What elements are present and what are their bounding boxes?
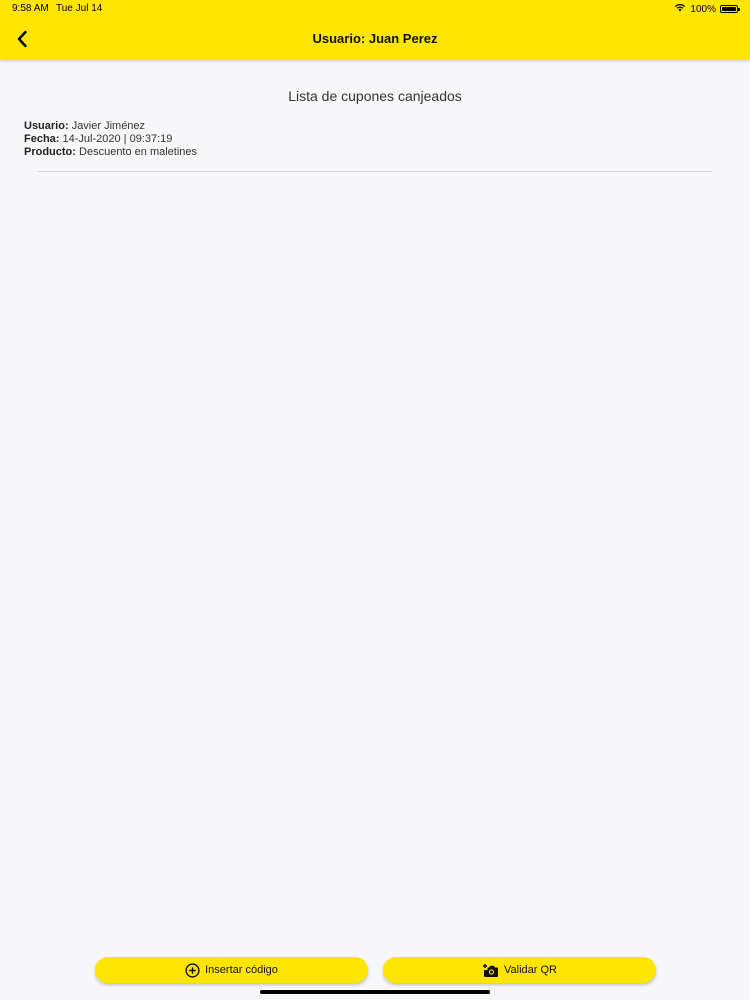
coupon-date-label: Fecha:: [24, 133, 60, 145]
wifi-icon: [674, 3, 686, 15]
status-indicators: 100%: [674, 3, 740, 15]
insert-code-label: Insertar código: [205, 964, 278, 976]
coupon-user-label: Usuario:: [24, 120, 69, 132]
coupon-product-row: Producto: Descuento en maletines: [24, 146, 197, 159]
coupon-list-item: Usuario: Javier Jiménez Fecha: 14-Jul-20…: [24, 120, 197, 159]
coupon-product-label: Producto:: [24, 146, 76, 158]
page-title: Usuario: Juan Perez: [312, 31, 438, 46]
battery-percent: 100%: [690, 3, 716, 15]
coupon-date-value: 14-Jul-2020 | 09:37:19: [62, 133, 173, 145]
status-date: Tue Jul 14: [56, 3, 103, 14]
plus-circle-icon: [185, 962, 200, 978]
validate-qr-button[interactable]: Validar QR: [383, 957, 656, 983]
home-indicator[interactable]: [260, 990, 490, 994]
coupon-product-value: Descuento en maletines: [79, 146, 198, 158]
coupon-date-row: Fecha: 14-Jul-2020 | 09:37:19: [24, 133, 197, 146]
app-header: 9:58 AM Tue Jul 14 100% Usuario: Juan Pe…: [0, 0, 750, 60]
insert-code-button[interactable]: Insertar código: [95, 957, 368, 983]
coupon-user-row: Usuario: Javier Jiménez: [24, 120, 197, 133]
validate-qr-label: Validar QR: [504, 964, 557, 976]
section-title: Lista de cupones canjeados: [288, 88, 462, 104]
camera-add-icon: [483, 963, 498, 977]
battery-icon: [720, 5, 740, 13]
coupon-user-value: Javier Jiménez: [71, 120, 146, 132]
list-divider: [38, 171, 712, 172]
status-time: 9:58 AM: [12, 3, 49, 14]
